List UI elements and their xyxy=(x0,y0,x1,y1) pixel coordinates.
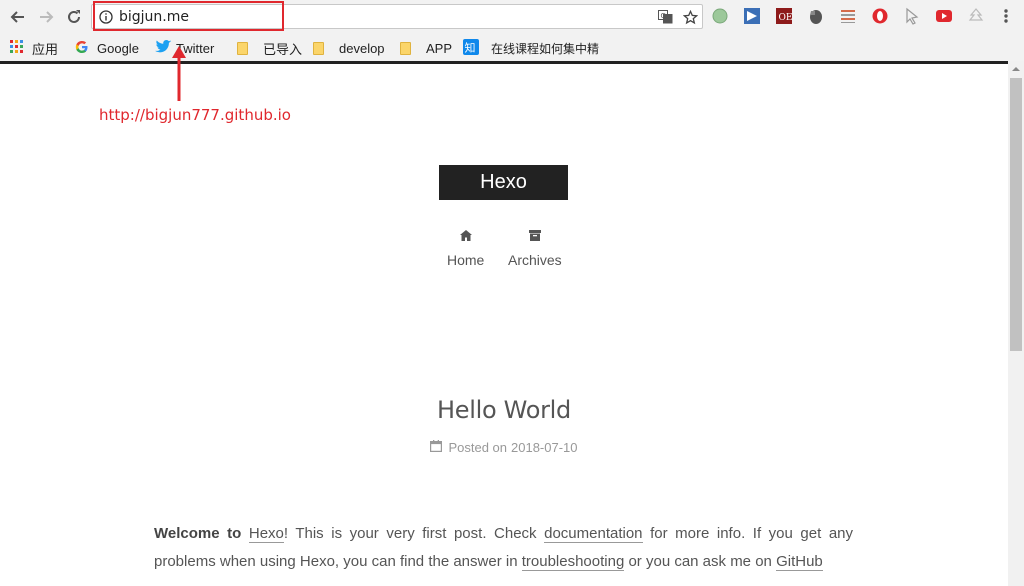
bookmark-label: 在线课程如何集中精 xyxy=(491,41,600,56)
svg-text:OE: OE xyxy=(779,13,793,23)
google-icon xyxy=(75,40,89,57)
reload-button[interactable] xyxy=(63,6,85,28)
bookmark-label: Google xyxy=(97,40,139,56)
folder-icon xyxy=(313,41,324,55)
svg-text:知: 知 xyxy=(465,40,476,54)
browser-toolbar: bigjun.me G OE xyxy=(0,0,1024,33)
folder-icon xyxy=(400,41,411,55)
bookmark-zhihu[interactable]: 知 在线课程如何集中精 xyxy=(463,38,600,58)
notes-list-icon[interactable] xyxy=(839,7,857,25)
body-text: or you can ask me on xyxy=(628,553,772,570)
post-title[interactable]: Hello World xyxy=(0,396,1008,424)
hexo-link[interactable]: Hexo xyxy=(248,525,284,543)
bookmarks-bar: 应用 Google Twitter 已导入 develop APP 知 在线课程… xyxy=(0,33,1024,61)
opera-icon[interactable] xyxy=(871,7,889,25)
bookmark-google[interactable]: Google xyxy=(75,39,139,57)
forward-arrow-icon xyxy=(40,11,54,23)
reload-icon xyxy=(68,10,80,23)
bookmark-folder-app[interactable]: APP xyxy=(400,39,452,57)
scroll-up-arrow-icon xyxy=(1012,67,1020,71)
green-dot-extension-icon[interactable] xyxy=(711,7,729,25)
translate-icon[interactable]: G xyxy=(656,9,674,25)
github-link[interactable]: GitHub xyxy=(776,553,823,571)
post-date: 2018-07-10 xyxy=(511,440,578,455)
page-top-border xyxy=(0,61,1008,64)
apps-grid-icon xyxy=(10,39,24,57)
scrollbar-thumb[interactable] xyxy=(1010,78,1022,351)
forward-button[interactable] xyxy=(35,6,57,28)
red-square-extension-icon[interactable]: OE xyxy=(775,7,793,25)
annotation-arrow-icon xyxy=(172,46,186,101)
calendar-icon xyxy=(430,440,443,455)
bookmark-label: 应用 xyxy=(32,41,59,57)
svg-text:G: G xyxy=(660,12,665,20)
post-body: Welcome to Hexo! This is your very first… xyxy=(154,520,853,576)
documentation-link[interactable]: documentation xyxy=(544,525,643,543)
bookmark-label: APP xyxy=(426,40,453,56)
tree-extension-icon[interactable] xyxy=(967,7,985,25)
home-icon xyxy=(459,228,472,244)
youtube-extension-icon[interactable] xyxy=(935,7,953,25)
bookmark-star-icon[interactable] xyxy=(681,9,699,25)
bookmark-label: 已导入 xyxy=(263,41,303,57)
post-meta-label: Posted on xyxy=(448,440,508,455)
evernote-icon[interactable] xyxy=(807,7,825,25)
menu-item-archives[interactable]: Archives xyxy=(508,228,562,268)
menu-kebab-icon[interactable] xyxy=(997,7,1015,25)
post-meta: Posted on 2018-07-10 xyxy=(0,440,1008,455)
menu-item-label: Archives xyxy=(508,252,562,268)
annotation-text: http://bigjun777.github.io xyxy=(99,106,291,124)
blue-extension-icon[interactable] xyxy=(743,7,761,25)
body-text: ! This is your very first post. Check xyxy=(283,525,537,542)
archive-icon xyxy=(528,228,541,244)
cursor-extension-icon[interactable] xyxy=(903,7,921,25)
folder-icon xyxy=(237,41,248,55)
back-arrow-icon xyxy=(10,11,24,23)
bookmark-folder-develop[interactable]: develop xyxy=(313,39,385,57)
back-button[interactable] xyxy=(7,6,29,28)
welcome-text: Welcome to xyxy=(154,525,242,542)
bookmark-label: develop xyxy=(339,40,385,56)
url-highlight-box xyxy=(93,1,284,31)
site-title[interactable]: Hexo xyxy=(439,165,568,200)
zhihu-icon: 知 xyxy=(463,38,479,58)
scroll-up-button[interactable] xyxy=(1008,61,1024,77)
bookmark-apps[interactable]: 应用 xyxy=(10,39,58,57)
troubleshooting-link[interactable]: troubleshooting xyxy=(521,553,625,571)
menu-item-label: Home xyxy=(447,252,485,268)
bookmark-folder-imported[interactable]: 已导入 xyxy=(237,39,302,57)
menu-item-home[interactable]: Home xyxy=(447,228,484,268)
